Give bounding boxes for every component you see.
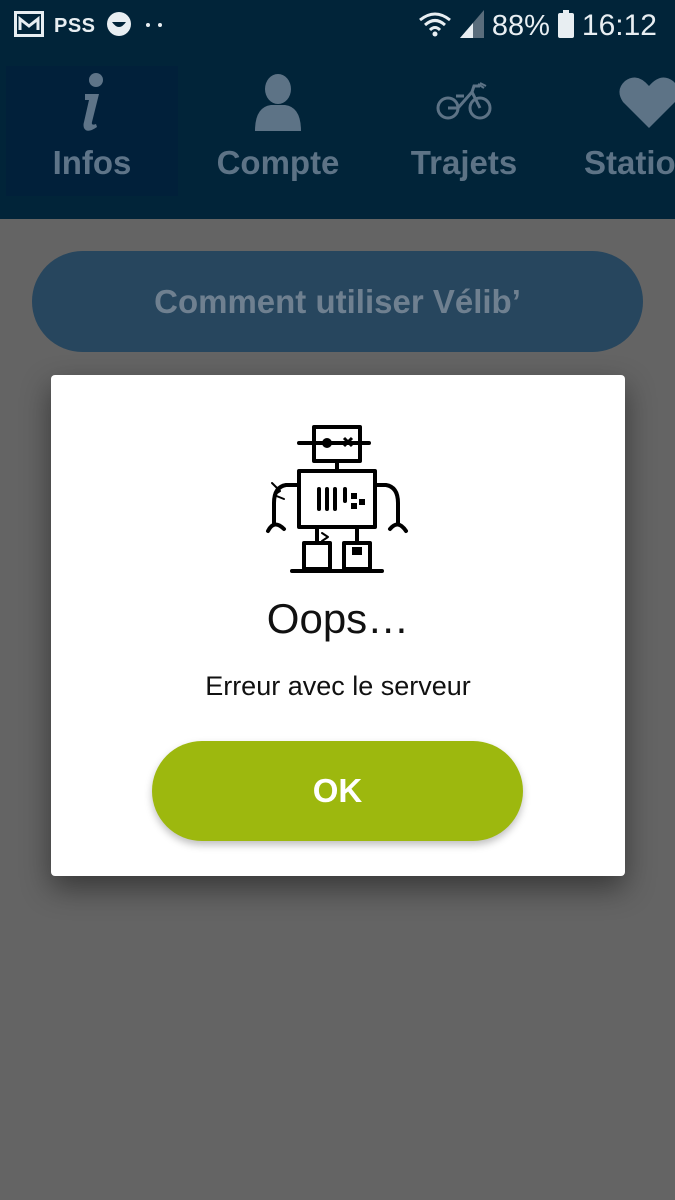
error-dialog: Oops… Erreur avec le serveur OK — [51, 375, 625, 876]
clock: 16:12 — [581, 9, 657, 42]
dialog-message: Erreur avec le serveur — [205, 671, 471, 701]
how-to-use-button[interactable]: Comment utiliser Vélib’ — [32, 251, 643, 352]
tab-bar: Infos Compte Trajets Statio — [0, 52, 675, 219]
tab-label: Compte — [216, 144, 340, 181]
heart-icon — [564, 66, 675, 138]
bike-icon — [436, 66, 492, 138]
status-bar-right: 88% 16:12 — [418, 8, 657, 44]
battery-icon — [557, 9, 574, 43]
tab-trajets[interactable]: Trajets — [378, 66, 550, 196]
battery-percent: 88% — [491, 9, 550, 42]
tab-stations[interactable]: Statio — [564, 66, 675, 196]
wifi-icon — [418, 10, 452, 43]
tab-label: Trajets — [410, 144, 518, 181]
status-bar: PSS 88% 16:12 — [0, 0, 675, 52]
status-bar-left: PSS — [14, 10, 168, 42]
tab-infos[interactable]: Infos — [6, 66, 178, 196]
carrier-label: PSS — [54, 14, 96, 37]
face-icon — [106, 11, 132, 42]
robot-icon — [262, 423, 412, 575]
ok-button[interactable]: OK — [152, 741, 523, 841]
gallery-icon — [14, 10, 44, 42]
tab-label: Statio — [584, 144, 675, 181]
tab-label: Infos — [52, 144, 132, 181]
signal-icon — [459, 9, 484, 43]
dots-icon — [142, 17, 168, 35]
user-icon — [255, 66, 301, 138]
tab-compte[interactable]: Compte — [192, 66, 364, 196]
dialog-title: Oops… — [266, 595, 410, 642]
info-icon — [77, 66, 107, 138]
